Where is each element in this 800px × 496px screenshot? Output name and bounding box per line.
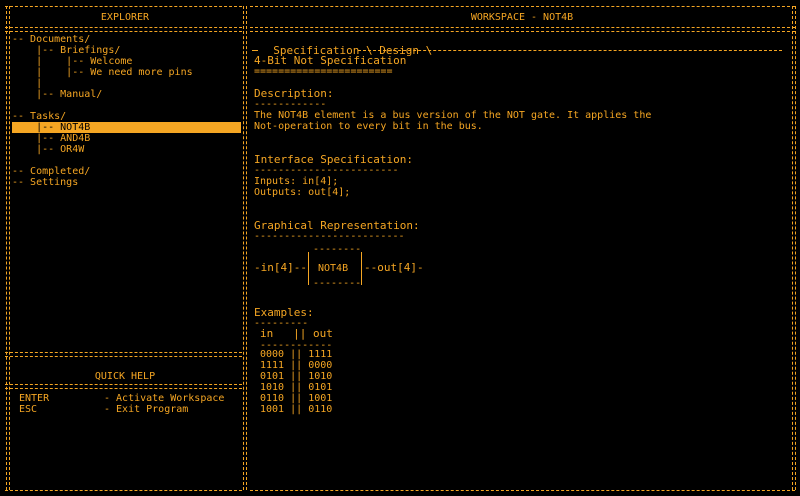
description-underline: ------------	[254, 99, 327, 110]
tree-item[interactable]: | |-- We need more pins	[12, 67, 241, 78]
description-label: Description:	[254, 87, 334, 100]
tree-item[interactable]: |-- NOT4B	[12, 122, 241, 133]
table-cell-sep: ||	[284, 404, 309, 415]
frame-right-edge	[792, 6, 796, 490]
interface-label: Interface Specification:	[254, 153, 413, 166]
tree-item	[12, 100, 241, 111]
explorer-tree: -- Documents/ |-- Briefings/ | |-- Welco…	[12, 34, 241, 188]
frame-left-edge	[6, 6, 10, 490]
graphical-label: Graphical Representation:	[254, 219, 420, 232]
table-cell-out: 1111	[308, 349, 333, 360]
explorer-title: EXPLORER	[100, 12, 150, 23]
tree-item[interactable]: | |-- Welcome	[12, 56, 241, 67]
help-key: ENTER	[19, 393, 50, 404]
examples-table: 0000 || 1111 1111 || 0000 0101 || 1010 1010…	[260, 349, 332, 415]
tree-item[interactable]: |-- Manual/	[12, 89, 241, 100]
table-cell-out: 0000	[308, 360, 333, 371]
frame-top-left	[5, 6, 242, 7]
diagram-in: -in[4]--	[254, 261, 307, 274]
diagram-out: --out[4]-	[364, 261, 424, 274]
table-cell-in: 0110	[260, 393, 285, 404]
examples-label: Examples:	[254, 306, 314, 319]
workspace-title: WORKSPACE - NOT4B	[470, 12, 574, 23]
diagram-bottom: --------	[313, 278, 362, 289]
diagram-box-label: NOT4B	[318, 263, 349, 274]
table-row: 1001 || 0110	[260, 404, 332, 415]
table-cell-sep: ||	[284, 382, 309, 393]
diagram-top: --------	[313, 244, 362, 255]
table-header-in: in	[260, 327, 274, 340]
tree-item[interactable]: |-- Briefings/	[12, 45, 241, 56]
tree-item[interactable]: |-- AND4B	[12, 133, 241, 144]
diagram-box-left	[308, 252, 309, 285]
spec-heading: 4-Bit Not Specification	[254, 54, 407, 67]
help-desc: - Exit Program	[104, 404, 189, 415]
table-header-out: out	[313, 327, 333, 340]
quick-help-title: QUICK HELP	[94, 371, 156, 382]
table-row: 0000 || 1111	[260, 349, 332, 360]
description-line-2: Not-operation to every bit in the bus.	[254, 121, 483, 132]
table-cell-out: 0101	[308, 382, 333, 393]
interface-underline: ------------------------	[254, 165, 399, 176]
tree-item[interactable]: -- Completed/	[12, 166, 241, 177]
spec-heading-underline: =======================	[254, 66, 393, 77]
help-key: ESC	[19, 404, 38, 415]
tree-item[interactable]: -- Tasks/	[12, 111, 241, 122]
interface-outputs: Outputs: out[4];	[254, 187, 351, 198]
tree-item[interactable]: |-- OR4W	[12, 144, 241, 155]
frame-top-right	[250, 6, 795, 7]
frame-divider	[243, 6, 247, 490]
tree-item[interactable]: |	[12, 78, 241, 89]
graphical-underline: -------------------------	[254, 231, 405, 242]
help-row: ENTER - Activate Workspace	[19, 393, 239, 404]
table-cell-in: 0000	[260, 349, 285, 360]
tab-rule-right	[358, 50, 782, 51]
table-header-sep: ||	[293, 327, 307, 340]
table-cell-sep: ||	[284, 393, 309, 404]
help-desc: - Activate Workspace	[104, 393, 225, 404]
tab-bar: Specification \ Design \	[260, 34, 432, 56]
table-header: in || out	[260, 328, 333, 339]
help-row: ESC - Exit Program	[19, 404, 239, 415]
table-row: 0101 || 1010	[260, 371, 332, 382]
table-cell-in: 1111	[260, 360, 285, 371]
description-line-1: The NOT4B element is a bus version of th…	[254, 110, 652, 121]
table-cell-out: 0110	[308, 404, 333, 415]
interface-inputs: Inputs: in[4];	[254, 176, 339, 187]
quick-help-list: ENTER - Activate Workspace ESC - Exit Progr…	[19, 393, 239, 415]
table-row: 0110 || 1001	[260, 393, 332, 404]
tab-rule-left	[252, 50, 258, 51]
table-cell-out: 1010	[308, 371, 333, 382]
table-cell-sep: ||	[284, 371, 309, 382]
table-cell-in: 1010	[260, 382, 285, 393]
explorer-title-rule	[5, 27, 242, 32]
tree-item[interactable]: -- Documents/	[12, 34, 241, 45]
table-cell-out: 1001	[308, 393, 333, 404]
frame-bottom-right	[250, 490, 795, 491]
table-cell-in: 0101	[260, 371, 285, 382]
tree-item[interactable]: -- Settings	[12, 177, 241, 188]
tree-item	[12, 155, 241, 166]
table-cell-in: 1001	[260, 404, 285, 415]
quick-help-top-rule	[5, 352, 242, 357]
frame-bottom-left	[5, 490, 242, 491]
table-row: 1111 || 0000	[260, 360, 332, 371]
table-cell-sep: ||	[284, 349, 309, 360]
workspace-title-rule	[250, 27, 795, 32]
table-row: 1010 || 0101	[260, 382, 332, 393]
table-cell-sep: ||	[284, 360, 309, 371]
quick-help-title-rule	[5, 384, 242, 389]
